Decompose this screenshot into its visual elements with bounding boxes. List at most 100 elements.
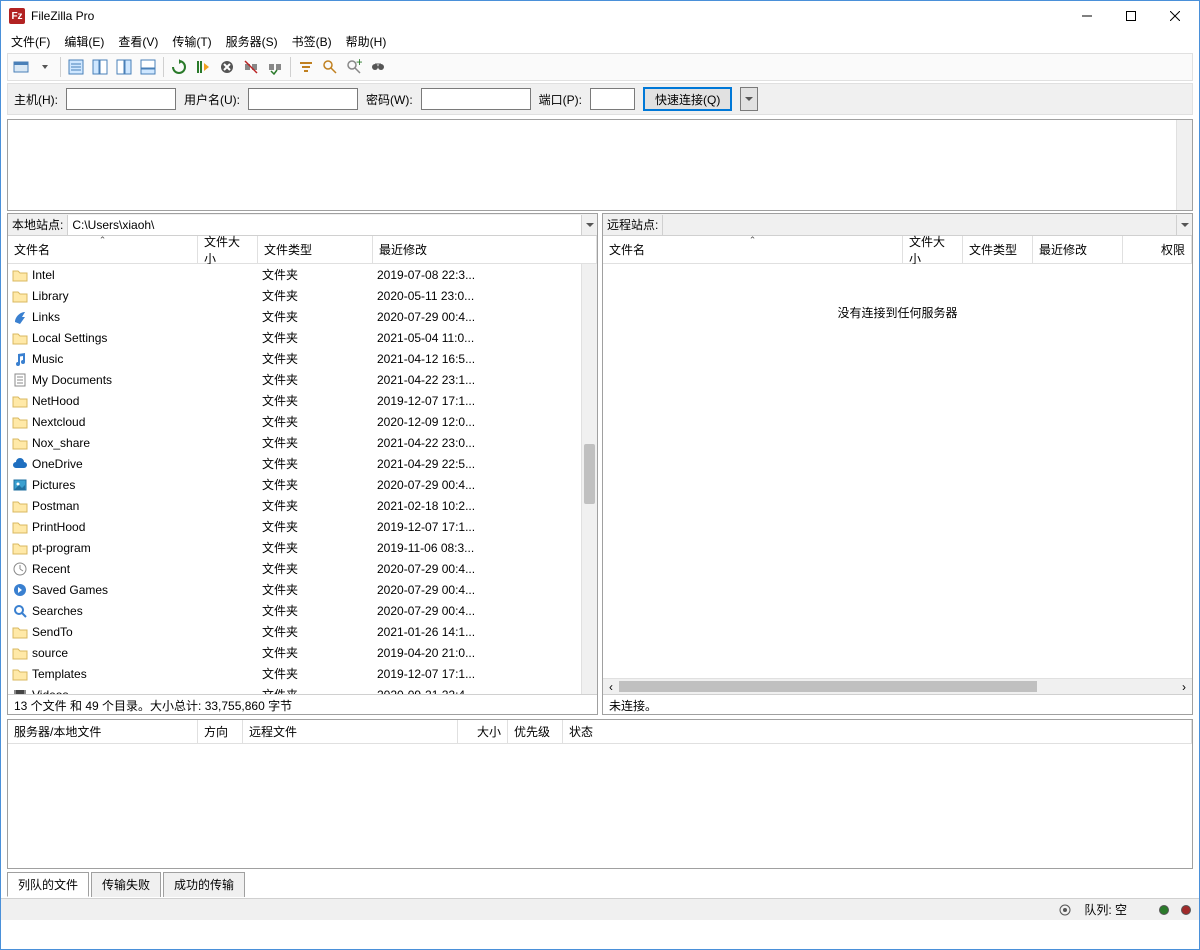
- list-item[interactable]: Music文件夹2021-04-12 16:5...: [8, 348, 581, 369]
- list-item[interactable]: Links文件夹2020-07-29 00:4...: [8, 306, 581, 327]
- list-item[interactable]: Pictures文件夹2020-07-29 00:4...: [8, 474, 581, 495]
- menu-file[interactable]: 文件(F): [5, 31, 56, 52]
- tab-success[interactable]: 成功的传输: [163, 872, 245, 897]
- remote-hscrollbar[interactable]: ‹ ›: [603, 678, 1192, 694]
- qcol-server[interactable]: 服务器/本地文件: [8, 720, 198, 743]
- file-type: 文件夹: [262, 329, 377, 346]
- menu-edit[interactable]: 编辑(E): [58, 31, 110, 52]
- tab-queued[interactable]: 列队的文件: [7, 872, 89, 897]
- toggle-local-tree-icon[interactable]: [89, 56, 111, 78]
- local-vscrollbar[interactable]: [581, 264, 597, 694]
- qcol-size[interactable]: 大小: [458, 720, 508, 743]
- remote-path-input[interactable]: [662, 215, 1176, 235]
- status-queue-text: 队列: 空: [1084, 901, 1127, 918]
- scroll-left-icon[interactable]: ‹: [603, 679, 619, 694]
- list-item[interactable]: Library文件夹2020-05-11 23:0...: [8, 285, 581, 306]
- folder-icon: [12, 414, 28, 430]
- qcol-priority[interactable]: 优先级: [508, 720, 563, 743]
- col-type[interactable]: 文件类型: [963, 236, 1033, 263]
- site-manager-icon[interactable]: [10, 56, 32, 78]
- local-file-list[interactable]: Intel文件夹2019-07-08 22:3...Library文件夹2020…: [8, 264, 597, 694]
- quickconnect-button[interactable]: 快速连接(Q): [643, 87, 732, 111]
- col-name[interactable]: 文件名⌃: [8, 236, 198, 263]
- list-item[interactable]: Local Settings文件夹2021-05-04 11:0...: [8, 327, 581, 348]
- menu-help[interactable]: 帮助(H): [340, 31, 393, 52]
- remote-path-dropdown[interactable]: [1176, 215, 1192, 235]
- list-item[interactable]: Templates文件夹2019-12-07 17:1...: [8, 663, 581, 684]
- log-scrollbar[interactable]: [1176, 120, 1192, 210]
- remote-file-list[interactable]: 没有连接到任何服务器: [603, 264, 1192, 678]
- local-path-input[interactable]: [67, 215, 581, 235]
- site-manager-dropdown-icon[interactable]: [34, 56, 56, 78]
- file-type: 文件夹: [262, 371, 377, 388]
- qcol-direction[interactable]: 方向: [198, 720, 243, 743]
- close-button[interactable]: [1153, 2, 1197, 30]
- file-modified: 2019-12-07 17:1...: [377, 520, 581, 534]
- list-item[interactable]: Recent文件夹2020-07-29 00:4...: [8, 558, 581, 579]
- col-modified[interactable]: 最近修改: [1033, 236, 1123, 263]
- menu-transfer[interactable]: 传输(T): [166, 31, 217, 52]
- list-item[interactable]: Saved Games文件夹2020-07-29 00:4...: [8, 579, 581, 600]
- list-item[interactable]: OneDrive文件夹2021-04-29 22:5...: [8, 453, 581, 474]
- file-name: Library: [32, 289, 202, 303]
- tab-failed[interactable]: 传输失败: [91, 872, 161, 897]
- quickconnect-dropdown[interactable]: [740, 87, 758, 111]
- list-item[interactable]: SendTo文件夹2021-01-26 14:1...: [8, 621, 581, 642]
- list-item[interactable]: My Documents文件夹2021-04-22 23:1...: [8, 369, 581, 390]
- process-queue-icon[interactable]: [192, 56, 214, 78]
- queue-body[interactable]: [8, 744, 1192, 868]
- col-perm[interactable]: 权限: [1123, 236, 1192, 263]
- col-modified[interactable]: 最近修改: [373, 236, 597, 263]
- file-modified: 2019-04-20 21:0...: [377, 646, 581, 660]
- col-name[interactable]: 文件名⌃: [603, 236, 903, 263]
- qcol-remote[interactable]: 远程文件: [243, 720, 458, 743]
- local-path-dropdown[interactable]: [581, 215, 597, 235]
- list-item[interactable]: Nextcloud文件夹2020-12-09 12:0...: [8, 411, 581, 432]
- list-item[interactable]: source文件夹2019-04-20 21:0...: [8, 642, 581, 663]
- file-name: Nox_share: [32, 436, 202, 450]
- menu-server[interactable]: 服务器(S): [220, 31, 284, 52]
- file-modified: 2019-11-06 08:3...: [377, 541, 581, 555]
- list-item[interactable]: Videos文件夹2020-09-21 22:4...: [8, 684, 581, 694]
- col-type[interactable]: 文件类型: [258, 236, 373, 263]
- col-size[interactable]: 文件大小: [903, 236, 963, 263]
- cloud-icon: [12, 456, 28, 472]
- user-input[interactable]: [248, 88, 358, 110]
- toggle-log-icon[interactable]: [65, 56, 87, 78]
- menu-bookmark[interactable]: 书签(B): [286, 31, 338, 52]
- pass-input[interactable]: [421, 88, 531, 110]
- toggle-queue-icon[interactable]: [137, 56, 159, 78]
- menu-view[interactable]: 查看(V): [112, 31, 164, 52]
- compare-icon[interactable]: [319, 56, 341, 78]
- qcol-status[interactable]: 状态: [563, 720, 1192, 743]
- list-item[interactable]: Intel文件夹2019-07-08 22:3...: [8, 264, 581, 285]
- list-item[interactable]: pt-program文件夹2019-11-06 08:3...: [8, 537, 581, 558]
- scroll-right-icon[interactable]: ›: [1176, 679, 1192, 694]
- list-item[interactable]: Searches文件夹2020-07-29 00:4...: [8, 600, 581, 621]
- file-type: 文件夹: [262, 308, 377, 325]
- recent-icon: [12, 561, 28, 577]
- message-log[interactable]: [7, 119, 1193, 211]
- list-item[interactable]: PrintHood文件夹2019-12-07 17:1...: [8, 516, 581, 537]
- toggle-remote-tree-icon[interactable]: [113, 56, 135, 78]
- file-name: Nextcloud: [32, 415, 202, 429]
- list-item[interactable]: NetHood文件夹2019-12-07 17:1...: [8, 390, 581, 411]
- disconnect-icon[interactable]: [240, 56, 262, 78]
- col-size[interactable]: 文件大小: [198, 236, 258, 263]
- reconnect-icon[interactable]: [264, 56, 286, 78]
- refresh-icon[interactable]: [168, 56, 190, 78]
- minimize-button[interactable]: [1065, 2, 1109, 30]
- search-icon[interactable]: [367, 56, 389, 78]
- port-input[interactable]: [590, 88, 635, 110]
- sync-browse-icon[interactable]: +: [343, 56, 365, 78]
- separator: [163, 57, 164, 77]
- file-type: 文件夹: [262, 287, 377, 304]
- host-input[interactable]: [66, 88, 176, 110]
- cancel-icon[interactable]: [216, 56, 238, 78]
- file-type: 文件夹: [262, 623, 377, 640]
- maximize-button[interactable]: [1109, 2, 1153, 30]
- list-item[interactable]: Nox_share文件夹2021-04-22 23:0...: [8, 432, 581, 453]
- filter-icon[interactable]: [295, 56, 317, 78]
- file-name: NetHood: [32, 394, 202, 408]
- list-item[interactable]: Postman文件夹2021-02-18 10:2...: [8, 495, 581, 516]
